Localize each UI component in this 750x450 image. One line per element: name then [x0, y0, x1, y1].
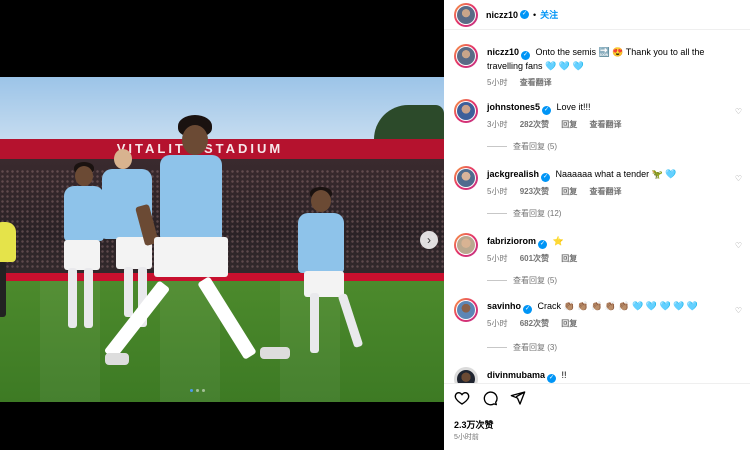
- comment-button[interactable]: [482, 390, 498, 406]
- carousel-dot: [202, 389, 205, 392]
- comment-icon: [483, 391, 498, 406]
- comment-text: ⭐: [552, 236, 564, 246]
- verified-icon: ✓: [541, 173, 551, 182]
- translate-link[interactable]: 查看翻译: [590, 187, 622, 196]
- verified-icon: ✓: [542, 106, 552, 115]
- comment-likes[interactable]: 682次赞: [520, 319, 549, 328]
- view-replies-button[interactable]: 查看回复 (3): [487, 342, 557, 353]
- heart-icon[interactable]: ♡: [735, 107, 742, 116]
- share-button[interactable]: [510, 390, 526, 406]
- reply-button[interactable]: 回复: [561, 120, 577, 129]
- comment-username[interactable]: jackgrealish: [487, 169, 539, 179]
- heart-icon: [454, 391, 470, 405]
- caption-username[interactable]: niczz10: [487, 47, 519, 57]
- view-replies-button[interactable]: 查看回复 (5): [487, 275, 557, 286]
- comments-list: niczz10 ✓ Onto the semis 🔜 😍 Thank you to…: [444, 31, 750, 383]
- verified-icon: ✓: [520, 10, 530, 19]
- heart-icon[interactable]: ♡: [735, 306, 742, 315]
- verified-icon: ✓: [523, 305, 533, 314]
- post-time: 5小时前: [454, 434, 479, 441]
- separator: •: [533, 9, 537, 20]
- share-icon: [510, 391, 526, 405]
- comment-text: Love it!!!: [556, 102, 591, 112]
- comment-time: 5小时: [487, 319, 508, 328]
- comment-username[interactable]: fabriziorom: [487, 236, 536, 246]
- comment-likes[interactable]: 923次赞: [520, 187, 549, 196]
- comment-time: 3小时: [487, 120, 508, 129]
- post-media-area: VITALITY STADIUM ›: [0, 0, 444, 450]
- chevron-right-icon: ›: [427, 233, 431, 247]
- comment-avatar[interactable]: [454, 99, 478, 123]
- author-username[interactable]: niczz10: [486, 10, 518, 20]
- view-replies-button[interactable]: 查看回复 (12): [487, 208, 561, 219]
- carousel-dot: [190, 389, 193, 392]
- comment-text: !!: [561, 370, 567, 380]
- comment-text: Crack 👏🏽 👏🏽 👏🏽 👏🏽 👏🏽 🩵 🩵 🩵 🩵 🩵: [537, 301, 699, 311]
- reply-button[interactable]: 回复: [561, 254, 577, 263]
- verified-icon: ✓: [547, 374, 557, 383]
- post-sidebar: niczz10 ✓ • 关注 niczz10 ✓ Onto the semis 🔜…: [444, 0, 750, 450]
- translate-link[interactable]: 查看翻译: [590, 120, 622, 129]
- comment-username[interactable]: savinho: [487, 301, 521, 311]
- post-header: niczz10 ✓ • 关注: [444, 0, 750, 30]
- likes-count[interactable]: 2.3万次赞: [454, 418, 494, 431]
- comment-avatar[interactable]: [454, 233, 478, 257]
- heart-icon[interactable]: ♡: [735, 241, 742, 250]
- author-avatar[interactable]: [454, 2, 478, 27]
- caption-text: Onto the semis 🔜 😍 Thank you to all the …: [487, 47, 705, 71]
- comment-avatar[interactable]: [454, 166, 478, 190]
- caption-time: 5小时: [487, 78, 508, 87]
- comment-likes[interactable]: 282次赞: [520, 120, 549, 129]
- comment-time: 5小时: [487, 254, 508, 263]
- translate-link[interactable]: 查看翻译: [520, 78, 552, 87]
- comment-avatar[interactable]: [454, 367, 478, 383]
- caption-avatar[interactable]: [454, 44, 478, 68]
- comment-text: Naaaaaa what a tender 🦖 🩵: [555, 169, 677, 179]
- verified-icon: ✓: [521, 51, 531, 60]
- reply-button[interactable]: 回复: [561, 187, 577, 196]
- next-image-button[interactable]: ›: [420, 231, 438, 249]
- heart-icon[interactable]: ♡: [735, 174, 742, 183]
- verified-icon: ✓: [538, 240, 548, 249]
- reply-button[interactable]: 回复: [561, 319, 577, 328]
- carousel-indicators: [190, 389, 205, 392]
- comment-likes[interactable]: 601次赞: [520, 254, 549, 263]
- comment-avatar[interactable]: [454, 298, 478, 322]
- view-replies-button[interactable]: 查看回复 (5): [487, 141, 557, 152]
- like-button[interactable]: [454, 390, 470, 406]
- post-actions: 2.3万次赞 5小时前: [444, 383, 750, 450]
- comment-username[interactable]: divinmubama: [487, 370, 545, 380]
- comment-username[interactable]: johnstones5: [487, 102, 540, 112]
- comment-time: 5小时: [487, 187, 508, 196]
- follow-button[interactable]: 关注: [540, 8, 558, 21]
- carousel-dot: [196, 389, 199, 392]
- post-photo[interactable]: VITALITY STADIUM: [0, 77, 444, 402]
